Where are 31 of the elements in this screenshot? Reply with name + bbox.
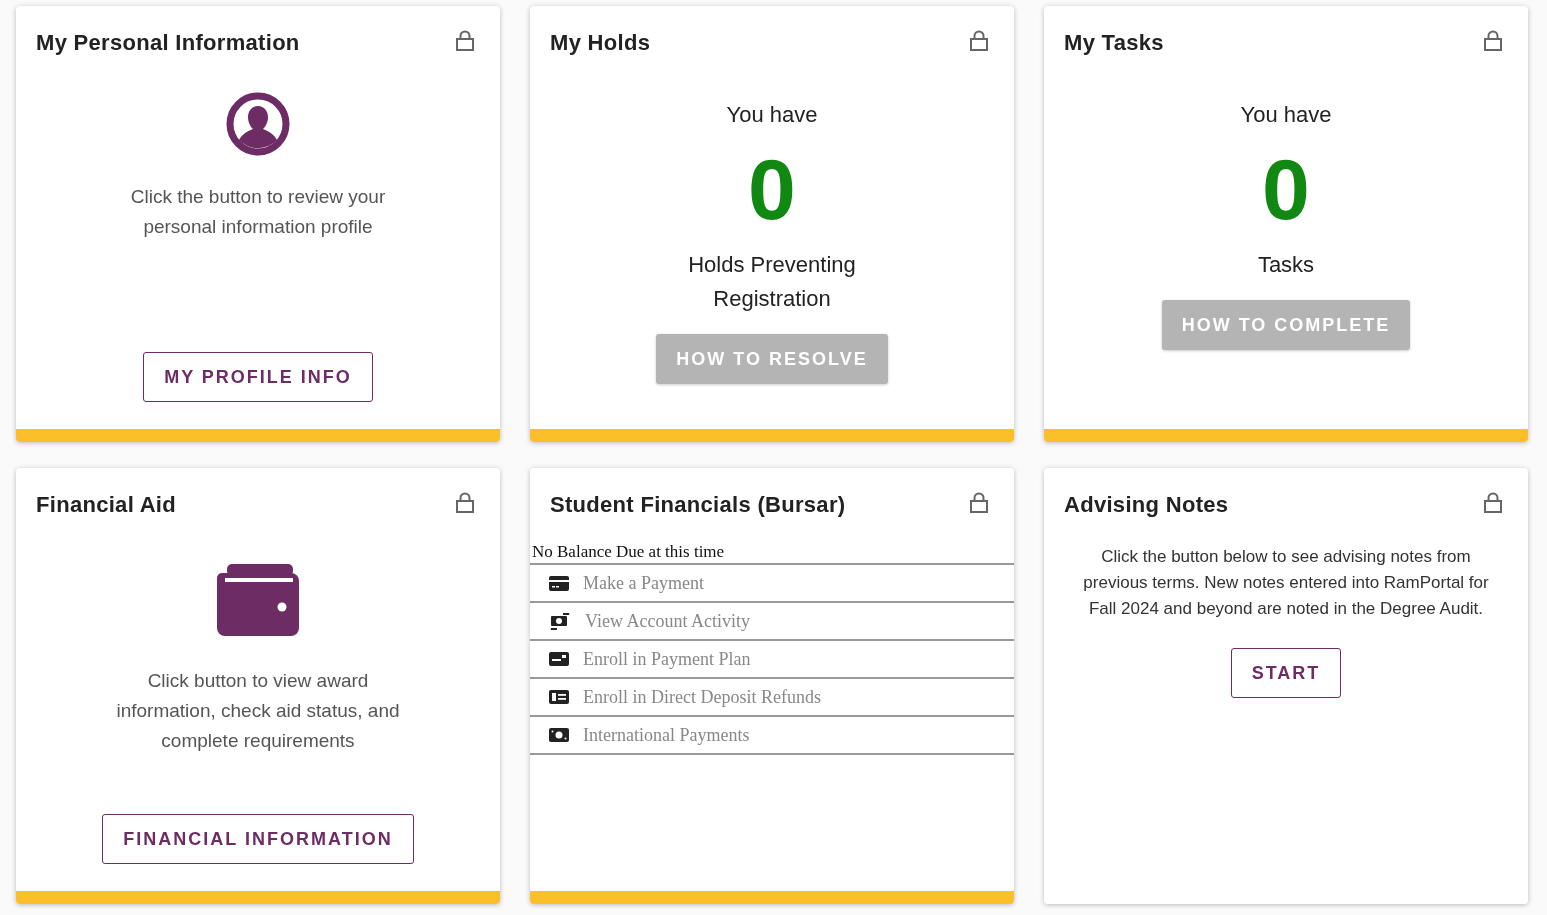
count-label: Holds Preventing Registration <box>687 251 857 313</box>
bursar-link[interactable]: Enroll in Payment Plan <box>530 641 1014 679</box>
count-value: 0 <box>748 146 796 232</box>
description-text: Click button to view award information, check aid status, and complete requirements <box>115 669 401 753</box>
bursar-link[interactable]: International Payments <box>530 717 1014 755</box>
card-title: Student Financials (Bursar) <box>550 492 846 518</box>
action-button[interactable]: FINANCIAL INFORMATION <box>102 814 414 864</box>
lead-text: You have <box>1240 102 1332 128</box>
credit-card-icon <box>549 575 569 591</box>
count-label: Tasks <box>1256 251 1316 279</box>
banknote-icon <box>549 728 569 742</box>
bursar-link[interactable]: Make a Payment <box>530 565 1014 603</box>
lead-text: You have <box>726 102 818 128</box>
money-check-icon <box>549 690 569 704</box>
description-text: Click the button below to see advising notes from previous terms. New notes entered into RamPortal for Fall 2024 and beyond are noted in the Degree Audit. <box>1082 546 1490 620</box>
count-value: 0 <box>1262 146 1310 232</box>
card-title: My Tasks <box>1064 30 1164 56</box>
card-title: My Personal Information <box>36 30 300 56</box>
action-button[interactable]: START <box>1230 648 1342 698</box>
description-text: Click the button to review your personal information profile <box>129 185 387 239</box>
card-title: Advising Notes <box>1064 492 1229 518</box>
card-title: Financial Aid <box>36 492 176 518</box>
wallet-icon <box>217 564 299 636</box>
bursar-link[interactable]: Enroll in Direct Deposit Refunds <box>530 679 1014 717</box>
card-icon <box>549 652 569 666</box>
money-exchange-icon <box>549 612 571 630</box>
person-icon <box>226 92 290 156</box>
card-title: My Holds <box>550 30 651 56</box>
action-button[interactable]: MY PROFILE INFO <box>143 352 373 402</box>
balance-status: No Balance Due at this time <box>530 542 1014 565</box>
bursar-link[interactable]: View Account Activity <box>530 603 1014 641</box>
